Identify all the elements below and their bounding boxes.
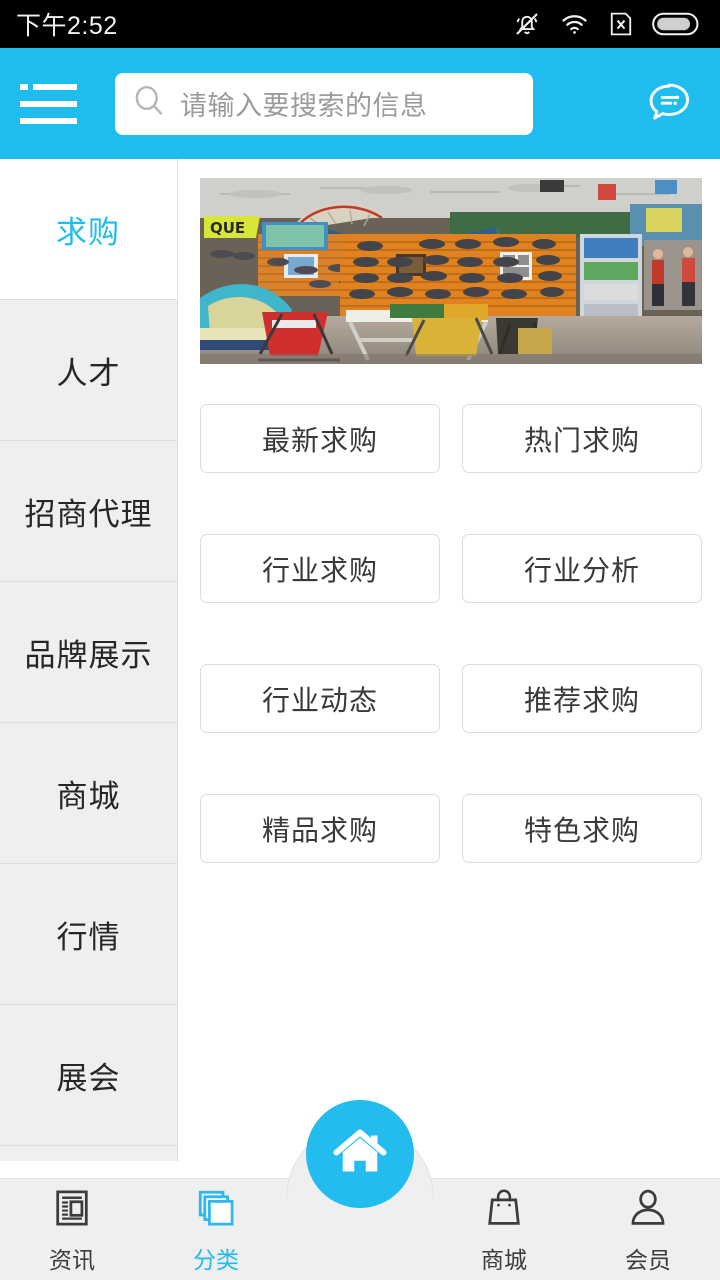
nav-item-label: 商城 [481, 1246, 527, 1273]
sidebar-item-zhanhui[interactable]: 展会 [0, 1005, 177, 1146]
hamburger-menu-icon[interactable] [14, 76, 88, 132]
nav-item-mall[interactable]: 商城 [432, 1179, 576, 1280]
action-tile-grid: 最新求购 热门求购 行业求购 行业分析 行业动态 推荐求购 精品求购 特色求购 [200, 404, 702, 924]
tile-label: 推荐求购 [523, 684, 640, 716]
categories-icon [194, 1186, 238, 1235]
sidebar-item-label: 求购 [56, 214, 120, 250]
battery-icon [652, 10, 702, 38]
search-placeholder-text: 请输入要搜索的信息 [180, 91, 428, 121]
sim-x-icon [607, 9, 635, 39]
sidebar-item-rencai[interactable]: 人才 [0, 300, 177, 441]
sidebar-item-pinpaizhanshi[interactable]: 品牌展示 [0, 582, 177, 723]
nav-item-news[interactable]: 资讯 [0, 1179, 144, 1280]
content-area: 求购 人才 招商代理 品牌展示 商城 行情 展会 QUE 最新求购 热门求购 行… [0, 159, 720, 1178]
sidebar-item-label: 行情 [56, 919, 121, 955]
nav-item-categories[interactable]: 分类 [144, 1179, 288, 1280]
svg-text:QUE: QUE [210, 219, 245, 237]
sidebar-item-hangqing[interactable]: 行情 [0, 864, 177, 1005]
nav-item-label: 资讯 [49, 1246, 95, 1273]
search-input[interactable]: 请输入要搜索的信息 [115, 72, 533, 135]
nav-item-label: 分类 [193, 1246, 239, 1273]
home-button[interactable] [306, 1100, 414, 1208]
hamburger-dot [20, 83, 28, 90]
hamburger-line-2 [20, 100, 77, 107]
search-icon [131, 83, 167, 124]
tile-label: 精品求购 [261, 814, 378, 846]
banner-illustration: QUE [200, 178, 702, 364]
sidebar-item-label: 品牌展示 [24, 637, 153, 673]
sidebar-item-qiugou[interactable]: 求购 [0, 159, 177, 300]
news-icon [50, 1186, 94, 1235]
sidebar-item-zhaoshangdaili[interactable]: 招商代理 [0, 441, 177, 582]
sidebar-item-label: 人才 [56, 355, 121, 391]
mute-bell-icon [512, 9, 542, 39]
tile-label: 行业动态 [261, 684, 378, 716]
category-sidebar: 求购 人才 招商代理 品牌展示 商城 行情 展会 [0, 159, 178, 1161]
user-icon [626, 1186, 670, 1235]
shopping-bag-icon [482, 1186, 526, 1235]
status-bar: 下午2:52 [0, 0, 720, 48]
banner-image[interactable]: QUE [200, 178, 702, 364]
tile-label: 特色求购 [523, 814, 640, 846]
tile-label: 热门求购 [523, 424, 640, 456]
status-icon-group [512, 9, 702, 39]
tile-industry-news[interactable]: 行业动态 [200, 664, 440, 733]
tile-featured-purchase[interactable]: 特色求购 [462, 794, 702, 863]
tile-premium-purchase[interactable]: 精品求购 [200, 794, 440, 863]
main-panel: QUE 最新求购 热门求购 行业求购 行业分析 行业动态 推荐求购 精品求购 特… [178, 159, 720, 1178]
tile-hot-purchase[interactable]: 热门求购 [462, 404, 702, 473]
app-root: 下午2:52 请输入要搜索的信息 求购 人才 招商代理 品牌展示 商城 行情 展… [0, 0, 720, 1280]
tile-label: 行业分析 [523, 554, 640, 586]
hamburger-line-3 [20, 117, 77, 124]
sidebar-item-shangcheng[interactable]: 商城 [0, 723, 177, 864]
tile-label: 行业求购 [261, 554, 378, 586]
sidebar-item-label: 展会 [56, 1060, 121, 1096]
tile-industry-purchase[interactable]: 行业求购 [200, 534, 440, 603]
nav-item-label: 会员 [625, 1246, 671, 1273]
wifi-icon [559, 9, 590, 39]
home-icon [330, 1122, 390, 1187]
tile-industry-analysis[interactable]: 行业分析 [462, 534, 702, 603]
sidebar-item-label: 招商代理 [24, 496, 153, 532]
status-time: 下午2:52 [16, 12, 118, 40]
tile-label: 最新求购 [261, 424, 378, 456]
hamburger-line-1 [33, 83, 77, 90]
chat-bubble-icon[interactable] [637, 72, 701, 136]
tile-latest-purchase[interactable]: 最新求购 [200, 404, 440, 473]
tile-recommended-purchase[interactable]: 推荐求购 [462, 664, 702, 733]
nav-item-member[interactable]: 会员 [576, 1179, 720, 1280]
app-header: 请输入要搜索的信息 [0, 48, 720, 159]
sidebar-item-label: 商城 [56, 778, 121, 814]
